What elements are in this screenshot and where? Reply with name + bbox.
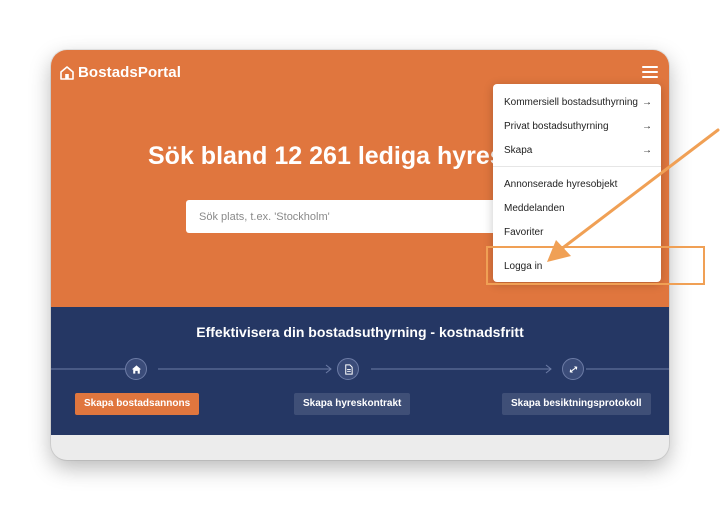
create-lease-button[interactable]: Skapa hyreskontrakt — [294, 393, 411, 415]
brand-logo[interactable]: BostadsPortal — [60, 64, 181, 81]
menu-divider — [493, 166, 661, 167]
menu-item-favorites[interactable]: Favoriter — [504, 224, 652, 240]
document-icon — [344, 363, 353, 375]
arrow-right-icon: → — [642, 120, 652, 132]
menu-item-label: Annonserade hyresobjekt — [504, 178, 618, 190]
annotation-highlight-box — [486, 246, 705, 285]
house-logo-icon — [60, 65, 74, 80]
features-band: Effektivisera din bostadsuthyrning - kos… — [51, 307, 669, 435]
step-home — [125, 358, 147, 380]
create-listing-button[interactable]: Skapa bostadsannons — [75, 393, 200, 415]
step-document — [337, 358, 359, 380]
menu-item-private[interactable]: Privat bostadsuthyrning → — [504, 118, 652, 134]
menu-item-commercial[interactable]: Kommersiell bostadsuthyrning → — [504, 94, 652, 110]
search-input[interactable] — [186, 200, 516, 233]
menu-item-create[interactable]: Skapa → — [504, 142, 652, 158]
menu-item-label: Favoriter — [504, 226, 544, 238]
menu-item-messages[interactable]: Meddelanden — [504, 200, 652, 216]
step-swap — [562, 358, 584, 380]
menu-item-label: Privat bostadsuthyrning — [504, 120, 609, 132]
menu-item-label: Skapa — [504, 144, 533, 156]
brand-name: BostadsPortal — [78, 64, 181, 81]
arrow-right-icon: → — [642, 96, 652, 108]
hamburger-menu-icon[interactable] — [642, 66, 658, 78]
swap-arrows-icon — [569, 365, 577, 373]
create-inspection-button[interactable]: Skapa besiktningsprotokoll — [502, 393, 651, 415]
arrow-right-icon: → — [642, 144, 652, 156]
page-headline: Sök bland 12 261 lediga hyresbo — [148, 142, 535, 170]
menu-item-label: Kommersiell bostadsuthyrning — [504, 96, 638, 108]
menu-item-listed-objects[interactable]: Annonserade hyresobjekt — [504, 176, 652, 192]
home-icon — [131, 364, 141, 374]
menu-item-label: Meddelanden — [504, 202, 565, 214]
